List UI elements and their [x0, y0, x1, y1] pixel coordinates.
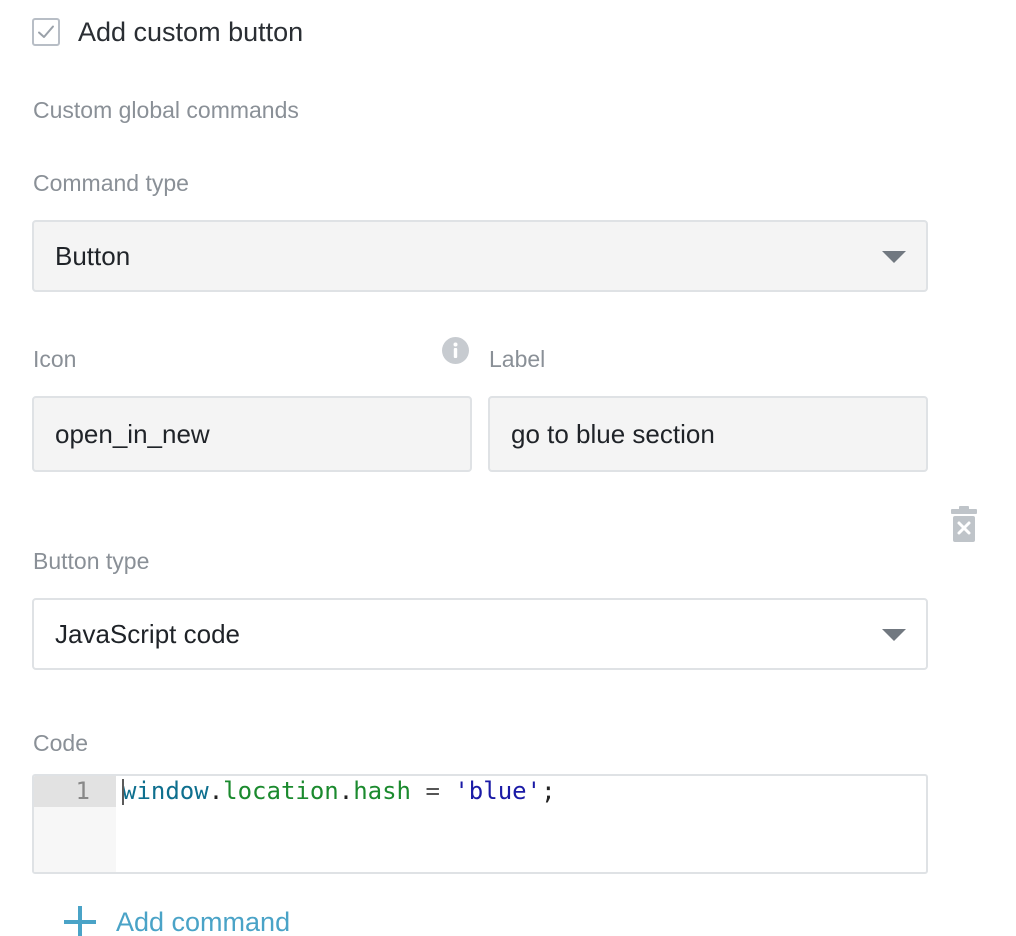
label-input-value: go to blue section	[511, 418, 715, 449]
label-input[interactable]: go to blue section	[488, 396, 928, 472]
command-type-select[interactable]: Button	[32, 220, 928, 292]
code-editor[interactable]: 1 window.location.hash = 'blue';	[32, 774, 928, 874]
custom-commands-panel: Add custom button Custom global commands…	[0, 0, 1016, 936]
add-custom-button-checkbox[interactable]	[32, 18, 60, 46]
icon-input[interactable]: open_in_new	[32, 396, 472, 472]
add-custom-button-row[interactable]: Add custom button	[32, 15, 303, 49]
icon-field-label: Icon	[33, 346, 77, 372]
code-token-dot: .	[208, 777, 224, 805]
code-token-variable: window	[122, 777, 209, 805]
text-cursor	[122, 779, 124, 805]
command-type-value: Button	[55, 240, 131, 271]
button-type-value: JavaScript code	[55, 618, 240, 649]
label-field-label: Label	[489, 346, 546, 372]
code-token-property: hash	[353, 777, 411, 805]
add-command-button[interactable]: Add command	[64, 906, 290, 936]
command-type-label: Command type	[33, 170, 189, 196]
button-type-label: Button type	[33, 548, 150, 574]
plus-icon	[64, 906, 96, 936]
button-type-select[interactable]: JavaScript code	[32, 598, 928, 670]
code-label: Code	[33, 730, 88, 756]
check-icon	[38, 25, 54, 38]
code-line[interactable]: window.location.hash = 'blue';	[122, 776, 556, 807]
info-glyph-icon	[453, 342, 458, 358]
code-token-semicolon: ;	[541, 777, 556, 805]
trash-icon[interactable]	[950, 505, 978, 543]
add-command-label: Add command	[116, 906, 291, 936]
chevron-down-icon	[882, 251, 906, 263]
section-heading: Custom global commands	[33, 97, 299, 123]
line-number: 1	[34, 776, 116, 807]
chevron-down-icon	[882, 629, 906, 641]
info-icon[interactable]	[442, 337, 469, 364]
code-token-dot: .	[338, 777, 354, 805]
code-token-string: 'blue'	[454, 777, 542, 805]
code-token-property: location	[223, 777, 339, 805]
add-custom-button-label: Add custom button	[78, 16, 304, 47]
icon-input-value: open_in_new	[55, 418, 210, 449]
code-token-operator: =	[411, 777, 455, 805]
